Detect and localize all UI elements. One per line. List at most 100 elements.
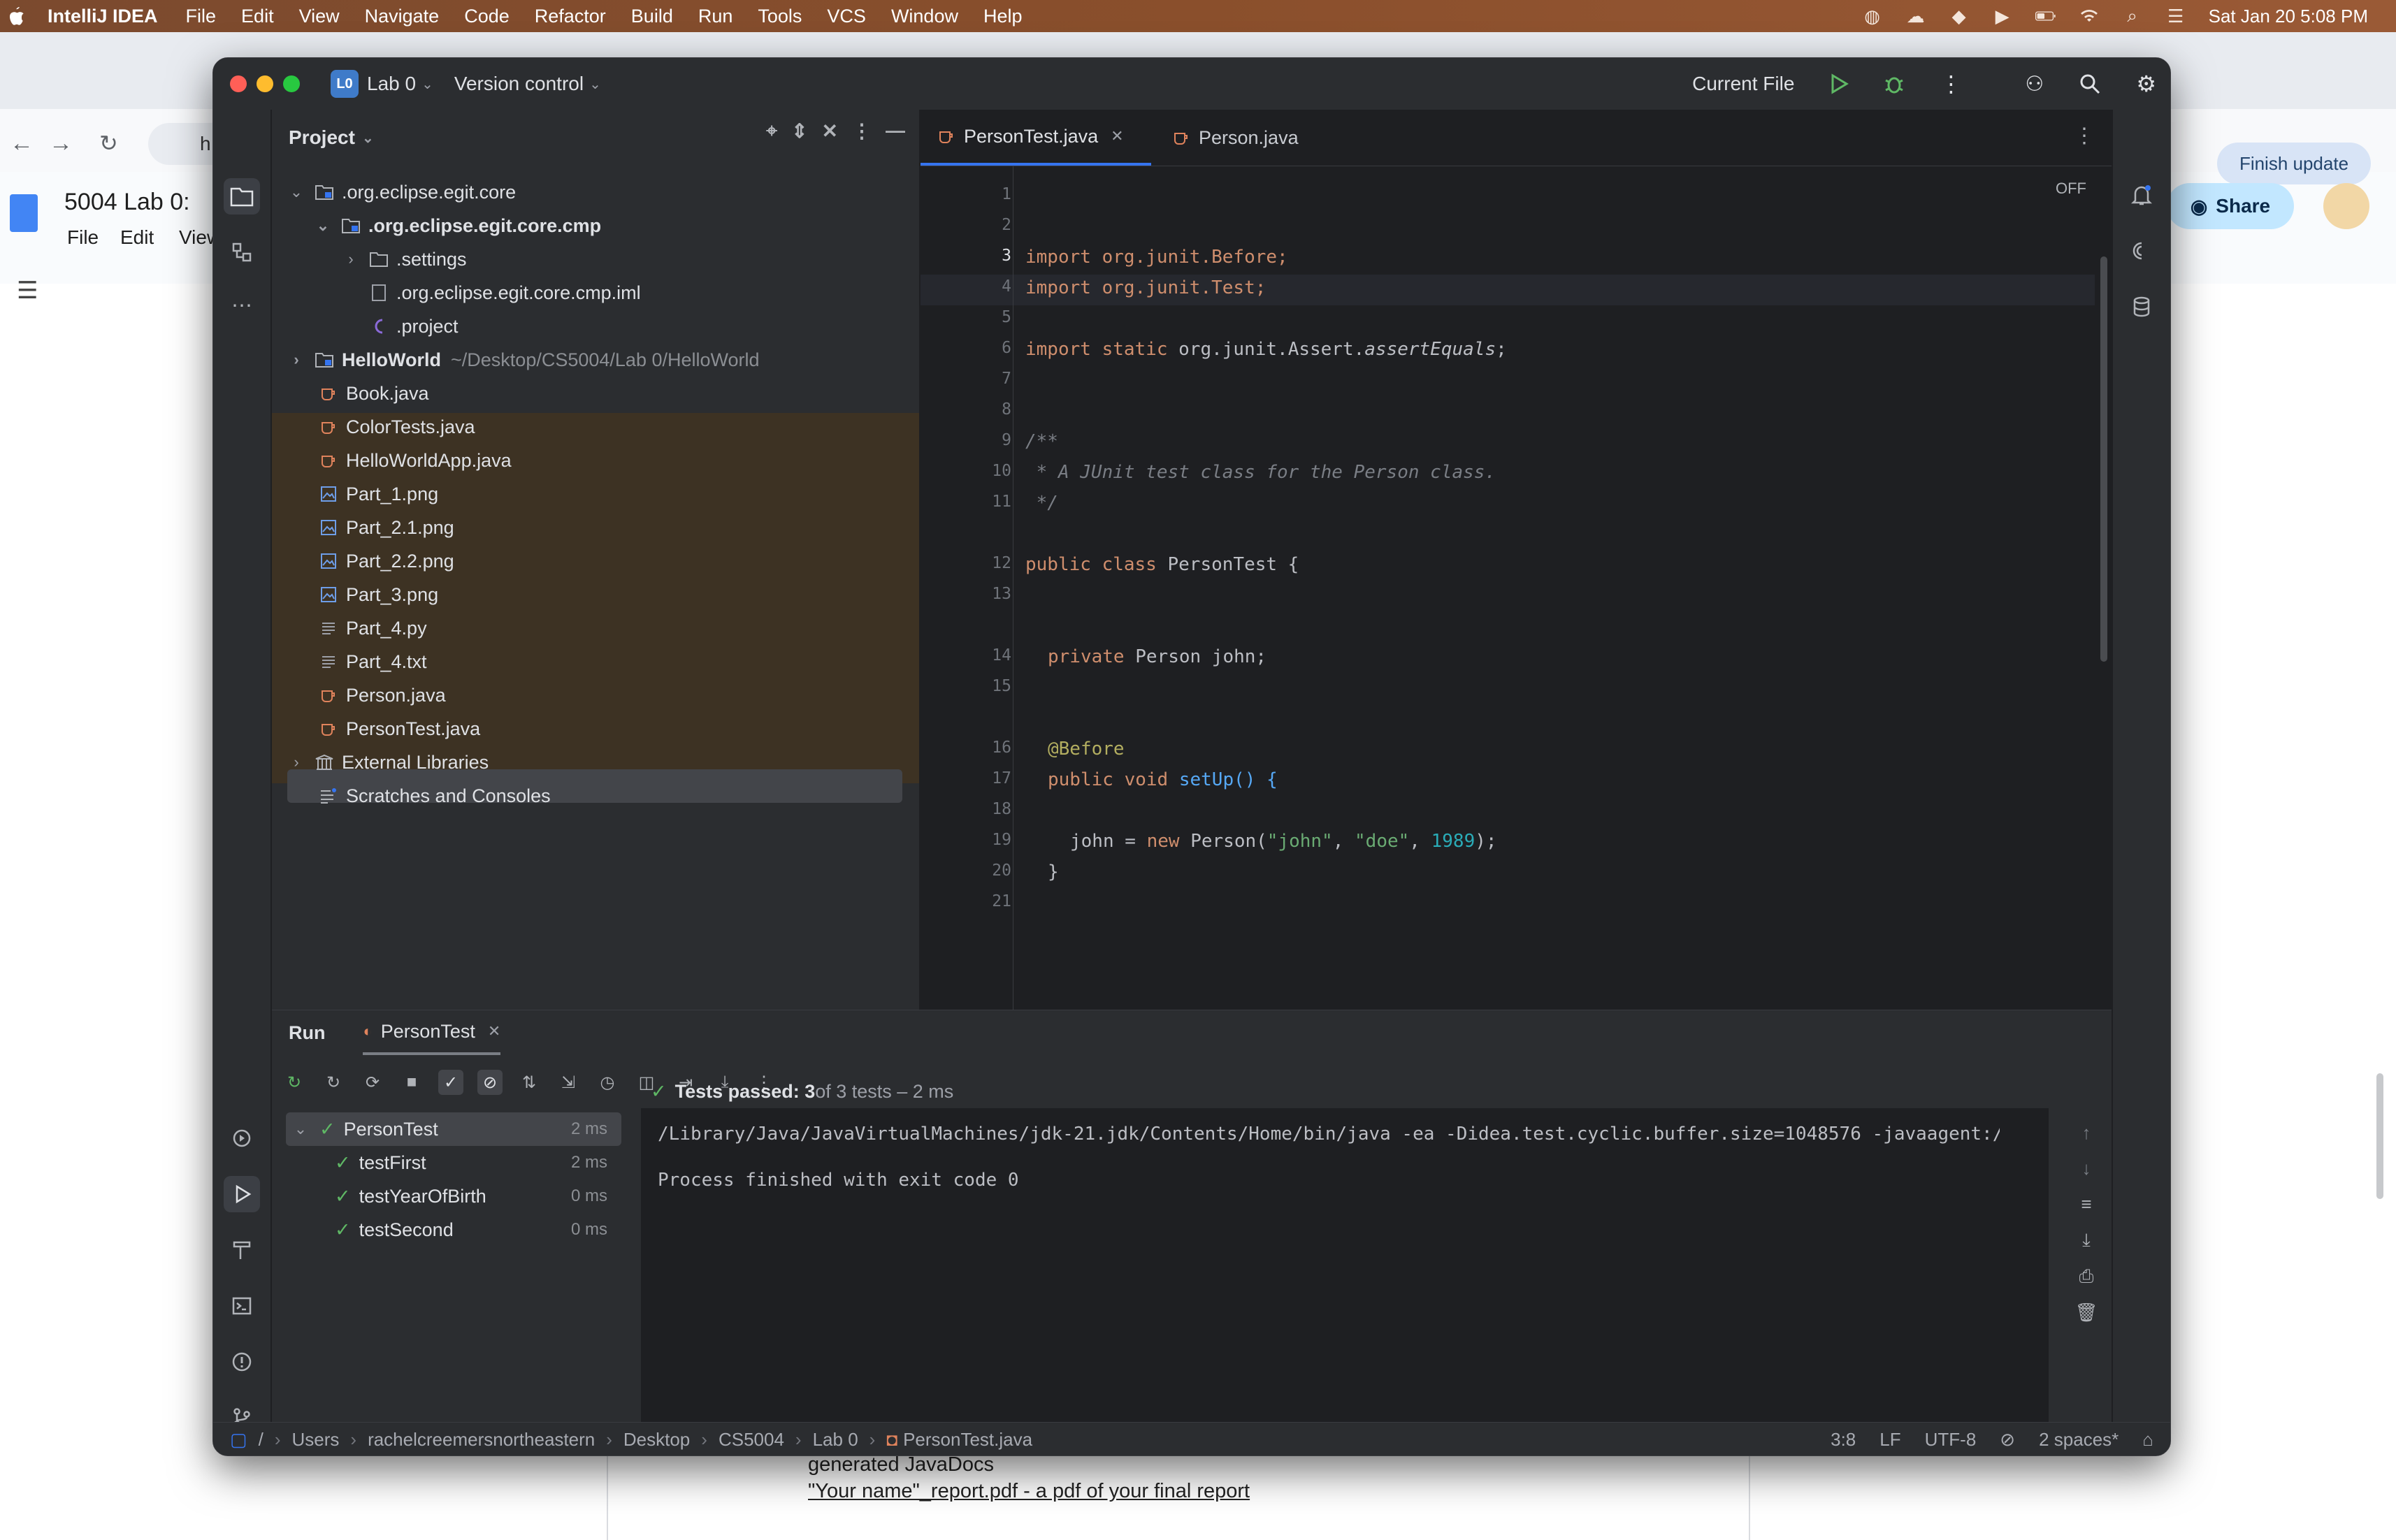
file-encoding[interactable]: UTF-8 (1925, 1429, 1977, 1451)
menu-refactor[interactable]: Refactor (535, 6, 606, 27)
more-actions-icon[interactable]: ⋮ (1940, 71, 1962, 97)
menu-help[interactable]: Help (983, 6, 1023, 27)
expand-all-icon[interactable]: ⇕ (791, 119, 807, 143)
settings-gear-icon[interactable]: ⚙ (2136, 71, 2156, 97)
project-root-icon[interactable]: ▢ (230, 1429, 247, 1451)
back-icon[interactable]: ← (10, 130, 34, 157)
doc-title[interactable]: 5004 Lab 0: (64, 189, 190, 216)
menu-tools[interactable]: Tools (758, 6, 802, 27)
arrow-down-icon[interactable]: ↓ (2082, 1158, 2091, 1179)
arrow-up-icon[interactable]: ↑ (2082, 1122, 2091, 1144)
wifi-icon[interactable] (2079, 6, 2100, 27)
dropbox-icon[interactable]: ◆ (1949, 6, 1970, 27)
run-panel-title[interactable]: Run (289, 1022, 325, 1044)
page-scrollbar[interactable] (2376, 1073, 2383, 1199)
stop-icon[interactable]: ■ (399, 1070, 424, 1095)
hide-panel-icon[interactable]: — (886, 119, 905, 143)
tree-item-part21-png[interactable]: Part_2.1.png (319, 511, 454, 544)
doc-text-line-2[interactable]: "Your name"_report.pdf - a pdf of your f… (808, 1480, 1250, 1503)
project-selector[interactable]: Lab 0 (367, 73, 416, 95)
run-tool-icon[interactable] (224, 1176, 260, 1212)
tree-item-scratches[interactable]: Scratches and Consoles (319, 779, 551, 813)
tree-item-part1-png[interactable]: Part_1.png (319, 477, 438, 511)
database-icon[interactable] (2123, 289, 2160, 325)
rerun-failed-icon[interactable]: ↻ (321, 1070, 346, 1095)
rerun-icon[interactable]: ↻ (282, 1070, 307, 1095)
breadcrumb-item[interactable]: CS5004 (719, 1429, 784, 1451)
tree-item-project-file[interactable]: .project (370, 310, 459, 343)
doc-menu-edit[interactable]: Edit (120, 226, 154, 249)
tree-item-egit-core-cmp[interactable]: ⌄ .org.eclipse.egit.core.cmp (315, 209, 601, 242)
control-center-icon[interactable]: ☰ (2165, 6, 2186, 27)
scroll-to-end-icon[interactable]: ⤓ (2082, 1229, 2091, 1251)
code-with-me-icon[interactable]: ⚇ (2025, 72, 2044, 96)
chevron-down-icon[interactable]: ⌄ (589, 75, 601, 93)
inspection-icon[interactable]: ⊘ (2000, 1429, 2015, 1451)
search-everywhere-icon[interactable] (2079, 73, 2101, 95)
more-tools-icon[interactable]: ⋯ (224, 287, 260, 324)
avatar[interactable] (2323, 183, 2369, 229)
menu-window[interactable]: Window (891, 6, 958, 27)
tab-options-icon[interactable]: ⋮ (2074, 124, 2095, 148)
chevron-down-icon[interactable]: ⌄ (315, 217, 331, 235)
menu-run[interactable]: Run (698, 6, 733, 27)
vcs-selector[interactable]: Version control (454, 73, 584, 95)
soft-wrap-icon[interactable]: ≡ (2081, 1193, 2091, 1215)
finish-update-button[interactable]: Finish update (2217, 143, 2371, 184)
run-icon[interactable] (1829, 73, 1849, 94)
show-ignored-icon[interactable]: ⊘ (477, 1070, 503, 1095)
options-icon[interactable]: ⋮ (852, 119, 872, 143)
project-panel-title[interactable]: Project (289, 126, 355, 149)
toggle-auto-test-icon[interactable]: ⟳ (360, 1070, 385, 1095)
breadcrumb-item[interactable]: Lab 0 (813, 1429, 858, 1451)
project-tool-icon[interactable] (224, 178, 260, 215)
tab-person[interactable]: Person.java (1154, 110, 1343, 166)
notifications-bell-icon[interactable] (2123, 177, 2160, 213)
test-history-icon[interactable]: ◷ (595, 1070, 620, 1095)
breadcrumb-root[interactable]: / (259, 1429, 264, 1451)
chevron-down-icon[interactable]: ⌄ (289, 183, 304, 201)
menu-code[interactable]: Code (464, 6, 510, 27)
breadcrumb-item[interactable]: PersonTest.java (903, 1429, 1032, 1451)
run-config-selector[interactable]: Current File (1692, 73, 1794, 95)
test-case-row[interactable]: ✓ testYearOfBirth 0 ms (335, 1179, 628, 1213)
breadcrumb-item[interactable]: rachelcreemersnortheastern (368, 1429, 595, 1451)
tree-item-helloworldapp[interactable]: HelloWorldApp.java (319, 444, 512, 477)
reload-icon[interactable]: ↻ (99, 130, 118, 157)
close-tab-icon[interactable]: ✕ (488, 1022, 500, 1040)
clear-all-icon[interactable]: 🗑 (2074, 1302, 2098, 1323)
apple-icon[interactable] (7, 6, 27, 27)
tree-item-external-libraries[interactable]: › External Libraries (289, 746, 489, 779)
tree-item-settings[interactable]: › .settings (343, 242, 466, 276)
outline-icon[interactable]: ☰ (17, 277, 38, 305)
breadcrumb-item[interactable]: Desktop (623, 1429, 690, 1451)
chevron-down-icon[interactable]: ⌄ (421, 75, 433, 93)
tree-item-book[interactable]: Book.java (319, 377, 429, 410)
breadcrumb-item[interactable]: Users (291, 1429, 339, 1451)
menubar-clock[interactable]: Sat Jan 20 5:08 PM (2209, 6, 2368, 27)
creative-cloud-icon[interactable]: ☁ (1905, 6, 1926, 27)
show-passed-icon[interactable]: ✓ (438, 1070, 463, 1095)
debug-icon[interactable] (1884, 73, 1905, 94)
build-tool-icon[interactable] (224, 1232, 260, 1268)
menu-view[interactable]: View (299, 6, 340, 27)
terminal-tool-icon[interactable] (224, 1288, 260, 1324)
test-suite-row[interactable]: ⌄ ✓ PersonTest 2 ms (293, 1112, 628, 1146)
tree-item-part22-png[interactable]: Part_2.2.png (319, 544, 454, 578)
share-button[interactable]: ◉ Share (2167, 183, 2294, 229)
chevron-right-icon[interactable]: › (289, 753, 304, 771)
chevron-down-icon[interactable]: ⌄ (293, 1120, 308, 1138)
tree-item-helloworld[interactable]: › HelloWorld ~/Desktop/CS5004/Lab 0/Hell… (289, 343, 759, 377)
test-case-row[interactable]: ✓ testSecond 0 ms (335, 1213, 628, 1247)
console-output[interactable]: ✓ Tests passed: 3 of 3 tests – 2 ms /Lib… (641, 1081, 2049, 1423)
tree-item-person[interactable]: Person.java (319, 678, 446, 712)
lock-icon[interactable]: ⌂ (2142, 1429, 2153, 1451)
print-icon[interactable]: ⎙ (2079, 1265, 2094, 1288)
docs-logo-icon[interactable] (10, 194, 38, 232)
chevron-right-icon[interactable]: › (289, 351, 304, 369)
menu-vcs[interactable]: VCS (827, 6, 866, 27)
zoom-window-button[interactable] (283, 75, 300, 92)
vpn-icon[interactable]: ◍ (1862, 6, 1883, 27)
battery-icon[interactable] (2035, 6, 2056, 27)
project-badge[interactable]: L0 (331, 70, 359, 98)
